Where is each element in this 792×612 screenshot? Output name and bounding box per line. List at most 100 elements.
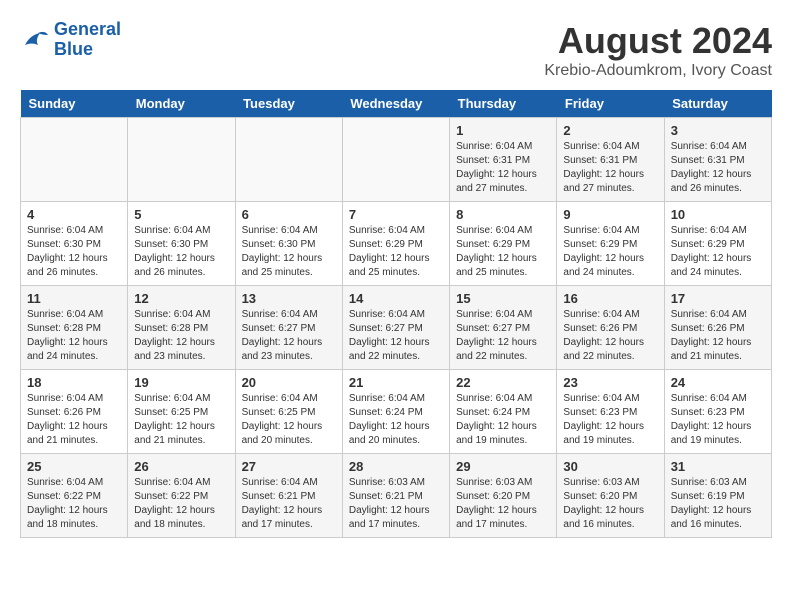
day-info: Sunrise: 6:04 AM Sunset: 6:30 PM Dayligh… xyxy=(242,224,336,280)
calendar-cell: 19 Sunrise: 6:04 AM Sunset: 6:25 PM Dayli… xyxy=(128,370,235,454)
weekday-header-tuesday: Tuesday xyxy=(235,90,342,118)
day-info: Sunrise: 6:04 AM Sunset: 6:24 PM Dayligh… xyxy=(349,392,443,448)
day-info: Sunrise: 6:04 AM Sunset: 6:26 PM Dayligh… xyxy=(27,392,121,448)
day-number: 6 xyxy=(242,207,336,222)
day-info: Sunrise: 6:04 AM Sunset: 6:30 PM Dayligh… xyxy=(134,224,228,280)
day-number: 19 xyxy=(134,375,228,390)
weekday-header-thursday: Thursday xyxy=(450,90,557,118)
calendar-cell: 26Sunrise: 6:04 AM Sunset: 6:22 PM Dayli… xyxy=(128,454,235,538)
day-number: 2 xyxy=(563,123,657,138)
day-info: Sunrise: 6:04 AM Sunset: 6:25 PM Dayligh… xyxy=(242,392,336,448)
calendar-cell: 17 Sunrise: 6:04 AM Sunset: 6:26 PM Dayli… xyxy=(664,286,771,370)
calendar-cell xyxy=(128,118,235,202)
calendar-cell: 20 Sunrise: 6:04 AM Sunset: 6:25 PM Dayli… xyxy=(235,370,342,454)
day-info: Sunrise: 6:04 AM Sunset: 6:26 PM Dayligh… xyxy=(563,308,657,364)
calendar-cell: 30 Sunrise: 6:03 AM Sunset: 6:20 PM Dayli… xyxy=(557,454,664,538)
day-info: Sunrise: 6:04 AM Sunset: 6:29 PM Dayligh… xyxy=(563,224,657,280)
calendar-cell xyxy=(235,118,342,202)
weekday-header-sunday: Sunday xyxy=(21,90,128,118)
calendar-cell: 21 Sunrise: 6:04 AM Sunset: 6:24 PM Dayli… xyxy=(342,370,449,454)
week-row-3: 11 Sunrise: 6:04 AM Sunset: 6:28 PM Dayli… xyxy=(21,286,772,370)
calendar-cell: 3 Sunrise: 6:04 AM Sunset: 6:31 PM Daylig… xyxy=(664,118,771,202)
day-number: 12 xyxy=(134,291,228,306)
calendar-cell: 10 Sunrise: 6:04 AM Sunset: 6:29 PM Dayli… xyxy=(664,202,771,286)
day-info: Sunrise: 6:04 AM Sunset: 6:28 PM Dayligh… xyxy=(134,308,228,364)
logo-bird-icon xyxy=(20,25,50,55)
day-number: 11 xyxy=(27,291,121,306)
day-number: 10 xyxy=(671,207,765,222)
title-block: August 2024 Krebio-Adoumkrom, Ivory Coas… xyxy=(544,20,772,80)
day-number: 13 xyxy=(242,291,336,306)
calendar-cell: 9 Sunrise: 6:04 AM Sunset: 6:29 PM Daylig… xyxy=(557,202,664,286)
day-number: 21 xyxy=(349,375,443,390)
weekday-header-wednesday: Wednesday xyxy=(342,90,449,118)
day-number: 1 xyxy=(456,123,550,138)
week-row-1: 1 Sunrise: 6:04 AM Sunset: 6:31 PM Daylig… xyxy=(21,118,772,202)
calendar-cell: 8 Sunrise: 6:04 AM Sunset: 6:29 PM Daylig… xyxy=(450,202,557,286)
day-number: 5 xyxy=(134,207,228,222)
day-info: Sunrise: 6:04 AM Sunset: 6:29 PM Dayligh… xyxy=(349,224,443,280)
day-info: Sunrise: 6:04 AM Sunset: 6:23 PM Dayligh… xyxy=(671,392,765,448)
day-info: Sunrise: 6:04 AM Sunset: 6:25 PM Dayligh… xyxy=(134,392,228,448)
weekday-header-monday: Monday xyxy=(128,90,235,118)
day-number: 17 xyxy=(671,291,765,306)
calendar-cell: 15 Sunrise: 6:04 AM Sunset: 6:27 PM Dayli… xyxy=(450,286,557,370)
page-header: General Blue August 2024 Krebio-Adoumkro… xyxy=(20,20,772,80)
day-info: Sunrise: 6:04 AM Sunset: 6:29 PM Dayligh… xyxy=(456,224,550,280)
day-number: 3 xyxy=(671,123,765,138)
day-number: 23 xyxy=(563,375,657,390)
calendar-table: SundayMondayTuesdayWednesdayThursdayFrid… xyxy=(20,90,772,538)
calendar-cell: 22 Sunrise: 6:04 AM Sunset: 6:24 PM Dayli… xyxy=(450,370,557,454)
week-row-2: 4Sunrise: 6:04 AM Sunset: 6:30 PM Daylig… xyxy=(21,202,772,286)
day-number: 25 xyxy=(27,459,121,474)
calendar-cell: 18 Sunrise: 6:04 AM Sunset: 6:26 PM Dayli… xyxy=(21,370,128,454)
day-number: 16 xyxy=(563,291,657,306)
day-info: Sunrise: 6:04 AM Sunset: 6:30 PM Dayligh… xyxy=(27,224,121,280)
day-number: 15 xyxy=(456,291,550,306)
calendar-cell: 16 Sunrise: 6:04 AM Sunset: 6:26 PM Dayli… xyxy=(557,286,664,370)
day-info: Sunrise: 6:04 AM Sunset: 6:31 PM Dayligh… xyxy=(671,140,765,196)
month-year-title: August 2024 xyxy=(544,20,772,62)
day-number: 18 xyxy=(27,375,121,390)
day-info: Sunrise: 6:04 AM Sunset: 6:21 PM Dayligh… xyxy=(242,476,336,532)
week-row-5: 25 Sunrise: 6:04 AM Sunset: 6:22 PM Dayli… xyxy=(21,454,772,538)
day-info: Sunrise: 6:04 AM Sunset: 6:27 PM Dayligh… xyxy=(242,308,336,364)
day-info: Sunrise: 6:03 AM Sunset: 6:21 PM Dayligh… xyxy=(349,476,443,532)
day-number: 7 xyxy=(349,207,443,222)
day-number: 30 xyxy=(563,459,657,474)
day-info: Sunrise: 6:04 AM Sunset: 6:31 PM Dayligh… xyxy=(563,140,657,196)
calendar-cell: 24 Sunrise: 6:04 AM Sunset: 6:23 PM Dayli… xyxy=(664,370,771,454)
weekday-header-friday: Friday xyxy=(557,90,664,118)
calendar-cell: 2 Sunrise: 6:04 AM Sunset: 6:31 PM Daylig… xyxy=(557,118,664,202)
day-number: 20 xyxy=(242,375,336,390)
calendar-cell: 23Sunrise: 6:04 AM Sunset: 6:23 PM Dayli… xyxy=(557,370,664,454)
calendar-cell: 11 Sunrise: 6:04 AM Sunset: 6:28 PM Dayli… xyxy=(21,286,128,370)
day-info: Sunrise: 6:04 AM Sunset: 6:22 PM Dayligh… xyxy=(27,476,121,532)
day-number: 24 xyxy=(671,375,765,390)
day-info: Sunrise: 6:04 AM Sunset: 6:24 PM Dayligh… xyxy=(456,392,550,448)
day-info: Sunrise: 6:04 AM Sunset: 6:28 PM Dayligh… xyxy=(27,308,121,364)
calendar-cell: 29Sunrise: 6:03 AM Sunset: 6:20 PM Dayli… xyxy=(450,454,557,538)
week-row-4: 18 Sunrise: 6:04 AM Sunset: 6:26 PM Dayli… xyxy=(21,370,772,454)
calendar-cell: 7 Sunrise: 6:04 AM Sunset: 6:29 PM Daylig… xyxy=(342,202,449,286)
weekday-header-row: SundayMondayTuesdayWednesdayThursdayFrid… xyxy=(21,90,772,118)
location-subtitle: Krebio-Adoumkrom, Ivory Coast xyxy=(544,62,772,80)
calendar-cell xyxy=(21,118,128,202)
day-info: Sunrise: 6:04 AM Sunset: 6:27 PM Dayligh… xyxy=(456,308,550,364)
day-info: Sunrise: 6:04 AM Sunset: 6:29 PM Dayligh… xyxy=(671,224,765,280)
day-number: 9 xyxy=(563,207,657,222)
calendar-cell: 4Sunrise: 6:04 AM Sunset: 6:30 PM Daylig… xyxy=(21,202,128,286)
day-number: 31 xyxy=(671,459,765,474)
day-number: 28 xyxy=(349,459,443,474)
weekday-header-saturday: Saturday xyxy=(664,90,771,118)
day-info: Sunrise: 6:04 AM Sunset: 6:31 PM Dayligh… xyxy=(456,140,550,196)
calendar-cell: 1 Sunrise: 6:04 AM Sunset: 6:31 PM Daylig… xyxy=(450,118,557,202)
calendar-cell: 6 Sunrise: 6:04 AM Sunset: 6:30 PM Daylig… xyxy=(235,202,342,286)
day-number: 22 xyxy=(456,375,550,390)
day-info: Sunrise: 6:04 AM Sunset: 6:26 PM Dayligh… xyxy=(671,308,765,364)
calendar-cell: 12 Sunrise: 6:04 AM Sunset: 6:28 PM Dayli… xyxy=(128,286,235,370)
day-info: Sunrise: 6:03 AM Sunset: 6:19 PM Dayligh… xyxy=(671,476,765,532)
day-info: Sunrise: 6:03 AM Sunset: 6:20 PM Dayligh… xyxy=(563,476,657,532)
day-number: 8 xyxy=(456,207,550,222)
logo-text: General Blue xyxy=(54,20,121,60)
